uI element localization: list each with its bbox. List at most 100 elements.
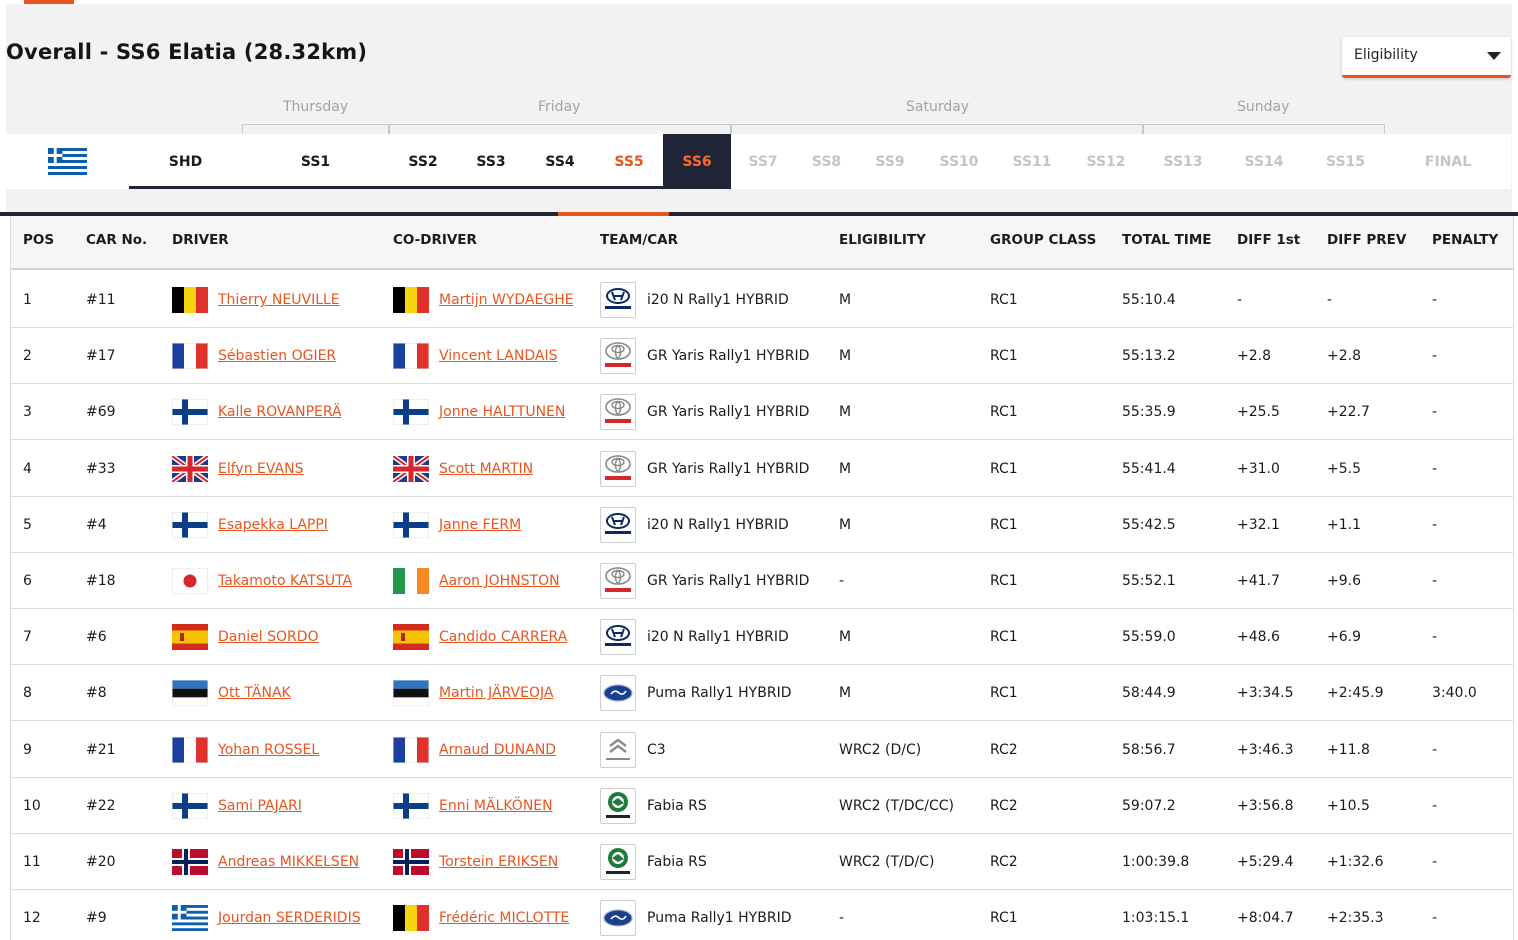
stage-tab-ss7[interactable]: SS7 <box>731 134 795 189</box>
eligibility-select[interactable]: Eligibility <box>1342 37 1511 78</box>
stage-tab-ss9[interactable]: SS9 <box>858 134 922 189</box>
car-number: #9 <box>86 910 107 927</box>
stage-tab-final[interactable]: FINAL <box>1385 134 1511 189</box>
table-row: 8 #8 Ott TÄNAK Martin JÄRVEOJA Puma Rally1 H… <box>11 665 1513 722</box>
eligibility: WRC2 (D/C) <box>839 741 922 758</box>
eligibility-select-label: Eligibility <box>1354 47 1418 63</box>
driver-link[interactable]: Andreas MIKKELSEN <box>218 854 359 870</box>
table-cell: Martin JÄRVEOJA <box>392 665 553 721</box>
driver-link[interactable]: Daniel SORDO <box>218 629 319 645</box>
co-driver-link[interactable]: Aaron JOHNSTON <box>439 573 560 589</box>
driver-link[interactable]: Yohan ROSSEL <box>218 742 319 758</box>
driver-link[interactable]: Sébastien OGIER <box>218 348 336 364</box>
belgium-flag-icon <box>393 287 429 313</box>
stage-tab-ss1[interactable]: SS1 <box>242 134 389 189</box>
table-cell: +9.6 <box>1327 553 1361 609</box>
table-cell: Puma Rally1 HYBRID <box>600 665 791 721</box>
position: 5 <box>23 516 32 533</box>
table-cell: #17 <box>86 328 116 384</box>
column-header-penalty: PENALTY <box>1432 232 1499 248</box>
table-cell: Scott MARTIN <box>391 441 533 497</box>
eligibility: WRC2 (T/D/C) <box>839 854 935 870</box>
total-time: 1:00:39.8 <box>1122 854 1190 870</box>
table-cell: RC1 <box>990 497 1018 553</box>
stage-tab-shd[interactable]: SHD <box>129 134 242 189</box>
car-number: #69 <box>86 404 116 421</box>
table-cell: 3:40.0 <box>1432 665 1477 721</box>
co-driver-link[interactable]: Frédéric MICLOTTE <box>439 910 569 926</box>
table-cell: Takamoto KATSUTA <box>171 553 352 609</box>
co-driver-link[interactable]: Enni MÄLKÖNEN <box>439 798 553 814</box>
penalty: - <box>1432 516 1438 533</box>
norway-flag-icon <box>393 849 429 875</box>
stage-progress-underline <box>129 186 730 189</box>
stage-tab-ss11[interactable]: SS11 <box>996 134 1068 189</box>
group-class: RC1 <box>990 292 1018 308</box>
driver-link[interactable]: Ott TÄNAK <box>218 685 291 701</box>
driver-link[interactable]: Esapekka LAPPI <box>218 517 328 533</box>
diff-prev: +2:35.3 <box>1327 910 1384 927</box>
position: 6 <box>23 573 32 589</box>
skoda-logo-icon <box>600 844 636 880</box>
stage-tab-ss10[interactable]: SS10 <box>922 134 996 189</box>
table-cell: - <box>1432 834 1437 890</box>
co-driver-link[interactable]: Martin JÄRVEOJA <box>439 685 553 701</box>
driver-link[interactable]: Sami PAJARI <box>218 798 302 814</box>
table-cell: GR Yaris Rally1 HYBRID <box>600 384 809 440</box>
table-row: 10 #22 Sami PAJARI Enni MÄLKÖNEN Fabia RS WRC… <box>11 777 1513 834</box>
position: 11 <box>23 854 41 870</box>
co-driver-link[interactable]: Arnaud DUNAND <box>439 742 556 758</box>
stage-tab-ss13[interactable]: SS13 <box>1144 134 1222 189</box>
table-cell: - <box>1432 609 1437 665</box>
stage-tab-ss12[interactable]: SS12 <box>1068 134 1144 189</box>
co-driver-link[interactable]: Martijn WYDAEGHE <box>439 292 574 308</box>
total-time: 1:03:15.1 <box>1122 910 1190 927</box>
driver-link[interactable]: Takamoto KATSUTA <box>218 573 352 589</box>
table-cell: M <box>839 665 851 721</box>
table-cell: Arnaud DUNAND <box>392 722 556 778</box>
table-cell: 4 <box>23 441 32 497</box>
total-time: 55:13.2 <box>1122 348 1176 365</box>
co-driver-link[interactable]: Scott MARTIN <box>439 461 533 477</box>
column-header-team-car: TEAM/CAR <box>600 232 678 248</box>
driver-link[interactable]: Kalle ROVANPERÄ <box>218 404 342 420</box>
co-driver-link[interactable]: Vincent LANDAIS <box>439 348 557 364</box>
table-cell: 6 <box>23 553 32 609</box>
diff-first: +5:29.4 <box>1237 854 1294 870</box>
co-driver-link[interactable]: Janne FERM <box>439 517 521 533</box>
penalty: - <box>1432 404 1438 421</box>
position: 1 <box>23 292 32 308</box>
stage-tab-ss2[interactable]: SS2 <box>389 134 457 189</box>
stage-tab-ss15[interactable]: SS15 <box>1306 134 1385 189</box>
driver-link[interactable]: Elfyn EVANS <box>218 461 304 477</box>
table-cell: 1:00:39.8 <box>1122 834 1189 890</box>
table-cell: Enni MÄLKÖNEN <box>392 778 553 834</box>
stage-tab-ss6[interactable]: SS6 <box>663 134 731 189</box>
car-number: #18 <box>86 573 116 589</box>
stage-tab-ss4[interactable]: SS4 <box>525 134 595 189</box>
table-cell: Fabia RS <box>600 834 707 890</box>
column-header-co-driver: CO-DRIVER <box>393 232 477 248</box>
day-bracket-thursday <box>242 124 389 134</box>
finland-flag-icon <box>171 792 209 820</box>
co-driver-link[interactable]: Candido CARRERA <box>439 629 567 645</box>
stage-tab-ss5[interactable]: SS5 <box>595 134 663 189</box>
co-driver-link[interactable]: Jonne HALTTUNEN <box>439 404 565 420</box>
france-flag-icon <box>171 342 209 370</box>
group-class: RC1 <box>990 516 1018 533</box>
table-cell: - <box>1327 272 1332 328</box>
table-cell: Jonne HALTTUNEN <box>392 384 565 440</box>
stage-tab-ss8[interactable]: SS8 <box>795 134 858 189</box>
table-cell: +48.6 <box>1237 609 1280 665</box>
co-driver-link[interactable]: Torstein ERIKSEN <box>439 854 558 870</box>
stage-tab-ss3[interactable]: SS3 <box>457 134 525 189</box>
toyota-logo-icon <box>600 450 636 487</box>
car-number: #8 <box>86 685 107 702</box>
driver-link[interactable]: Thierry NEUVILLE <box>218 292 340 308</box>
driver-link[interactable]: Jourdan SERDERIDIS <box>218 910 361 926</box>
table-cell: - <box>839 553 844 609</box>
table-cell: Fabia RS <box>600 778 707 834</box>
belgium-flag-icon <box>172 287 208 313</box>
table-cell: 55:41.4 <box>1122 441 1176 497</box>
stage-tab-ss14[interactable]: SS14 <box>1222 134 1306 189</box>
